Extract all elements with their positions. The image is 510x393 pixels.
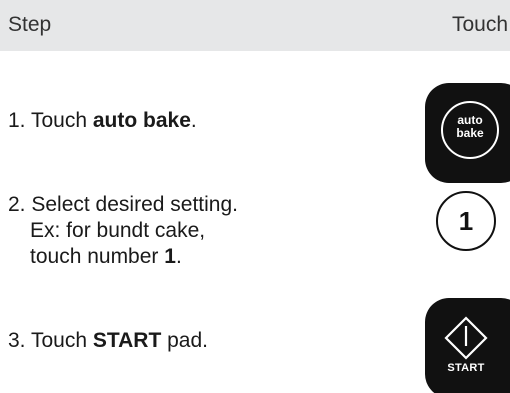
step-2-number: 2.: [8, 193, 26, 216]
instruction-table: Step Touch 1. Touch auto bake. auto bake…: [0, 0, 510, 393]
step-2-text: 2. Select desired setting. Ex: for bundt…: [8, 192, 238, 270]
step-1-text: 1. Touch auto bake.: [8, 108, 197, 134]
start-label: START: [447, 362, 485, 374]
auto-bake-pad[interactable]: auto bake: [425, 83, 510, 183]
step-3-bold: START: [92, 329, 162, 352]
step-3-number: 3.: [8, 329, 26, 352]
step-2-line3-bold: 1: [164, 245, 176, 268]
step-2-line1-text: Select desired setting.: [31, 193, 238, 216]
header-step-label: Step: [8, 13, 52, 36]
step-2-line3: touch number 1.: [8, 244, 238, 270]
table-header: Step Touch: [0, 0, 510, 51]
step-2-line1: 2. Select desired setting.: [8, 192, 238, 218]
step-2-line2: Ex: for bundt cake,: [30, 219, 206, 242]
diamond-arrow-icon: [444, 316, 488, 360]
step-1-bold: auto bake: [92, 109, 191, 132]
header-touch-label: Touch: [452, 13, 509, 36]
auto-bake-label-line2: bake: [456, 126, 484, 140]
step-1-number: 1.: [8, 109, 26, 132]
step-1-suffix: .: [190, 109, 197, 132]
step-3-suffix: pad.: [161, 329, 209, 352]
auto-bake-ring: auto bake: [441, 101, 499, 159]
step-3-text: 3. Touch START pad.: [8, 328, 208, 354]
start-pad[interactable]: START: [425, 298, 510, 393]
auto-bake-label: auto bake: [443, 114, 497, 140]
number-1-label: 1: [458, 206, 474, 236]
step-1-prefix: Touch: [30, 109, 93, 132]
step-3-prefix: Touch: [30, 329, 93, 352]
number-1-pad[interactable]: 1: [436, 191, 496, 251]
step-2-line3-prefix: touch number: [30, 245, 165, 268]
step-2-line3-suffix: .: [175, 245, 182, 268]
